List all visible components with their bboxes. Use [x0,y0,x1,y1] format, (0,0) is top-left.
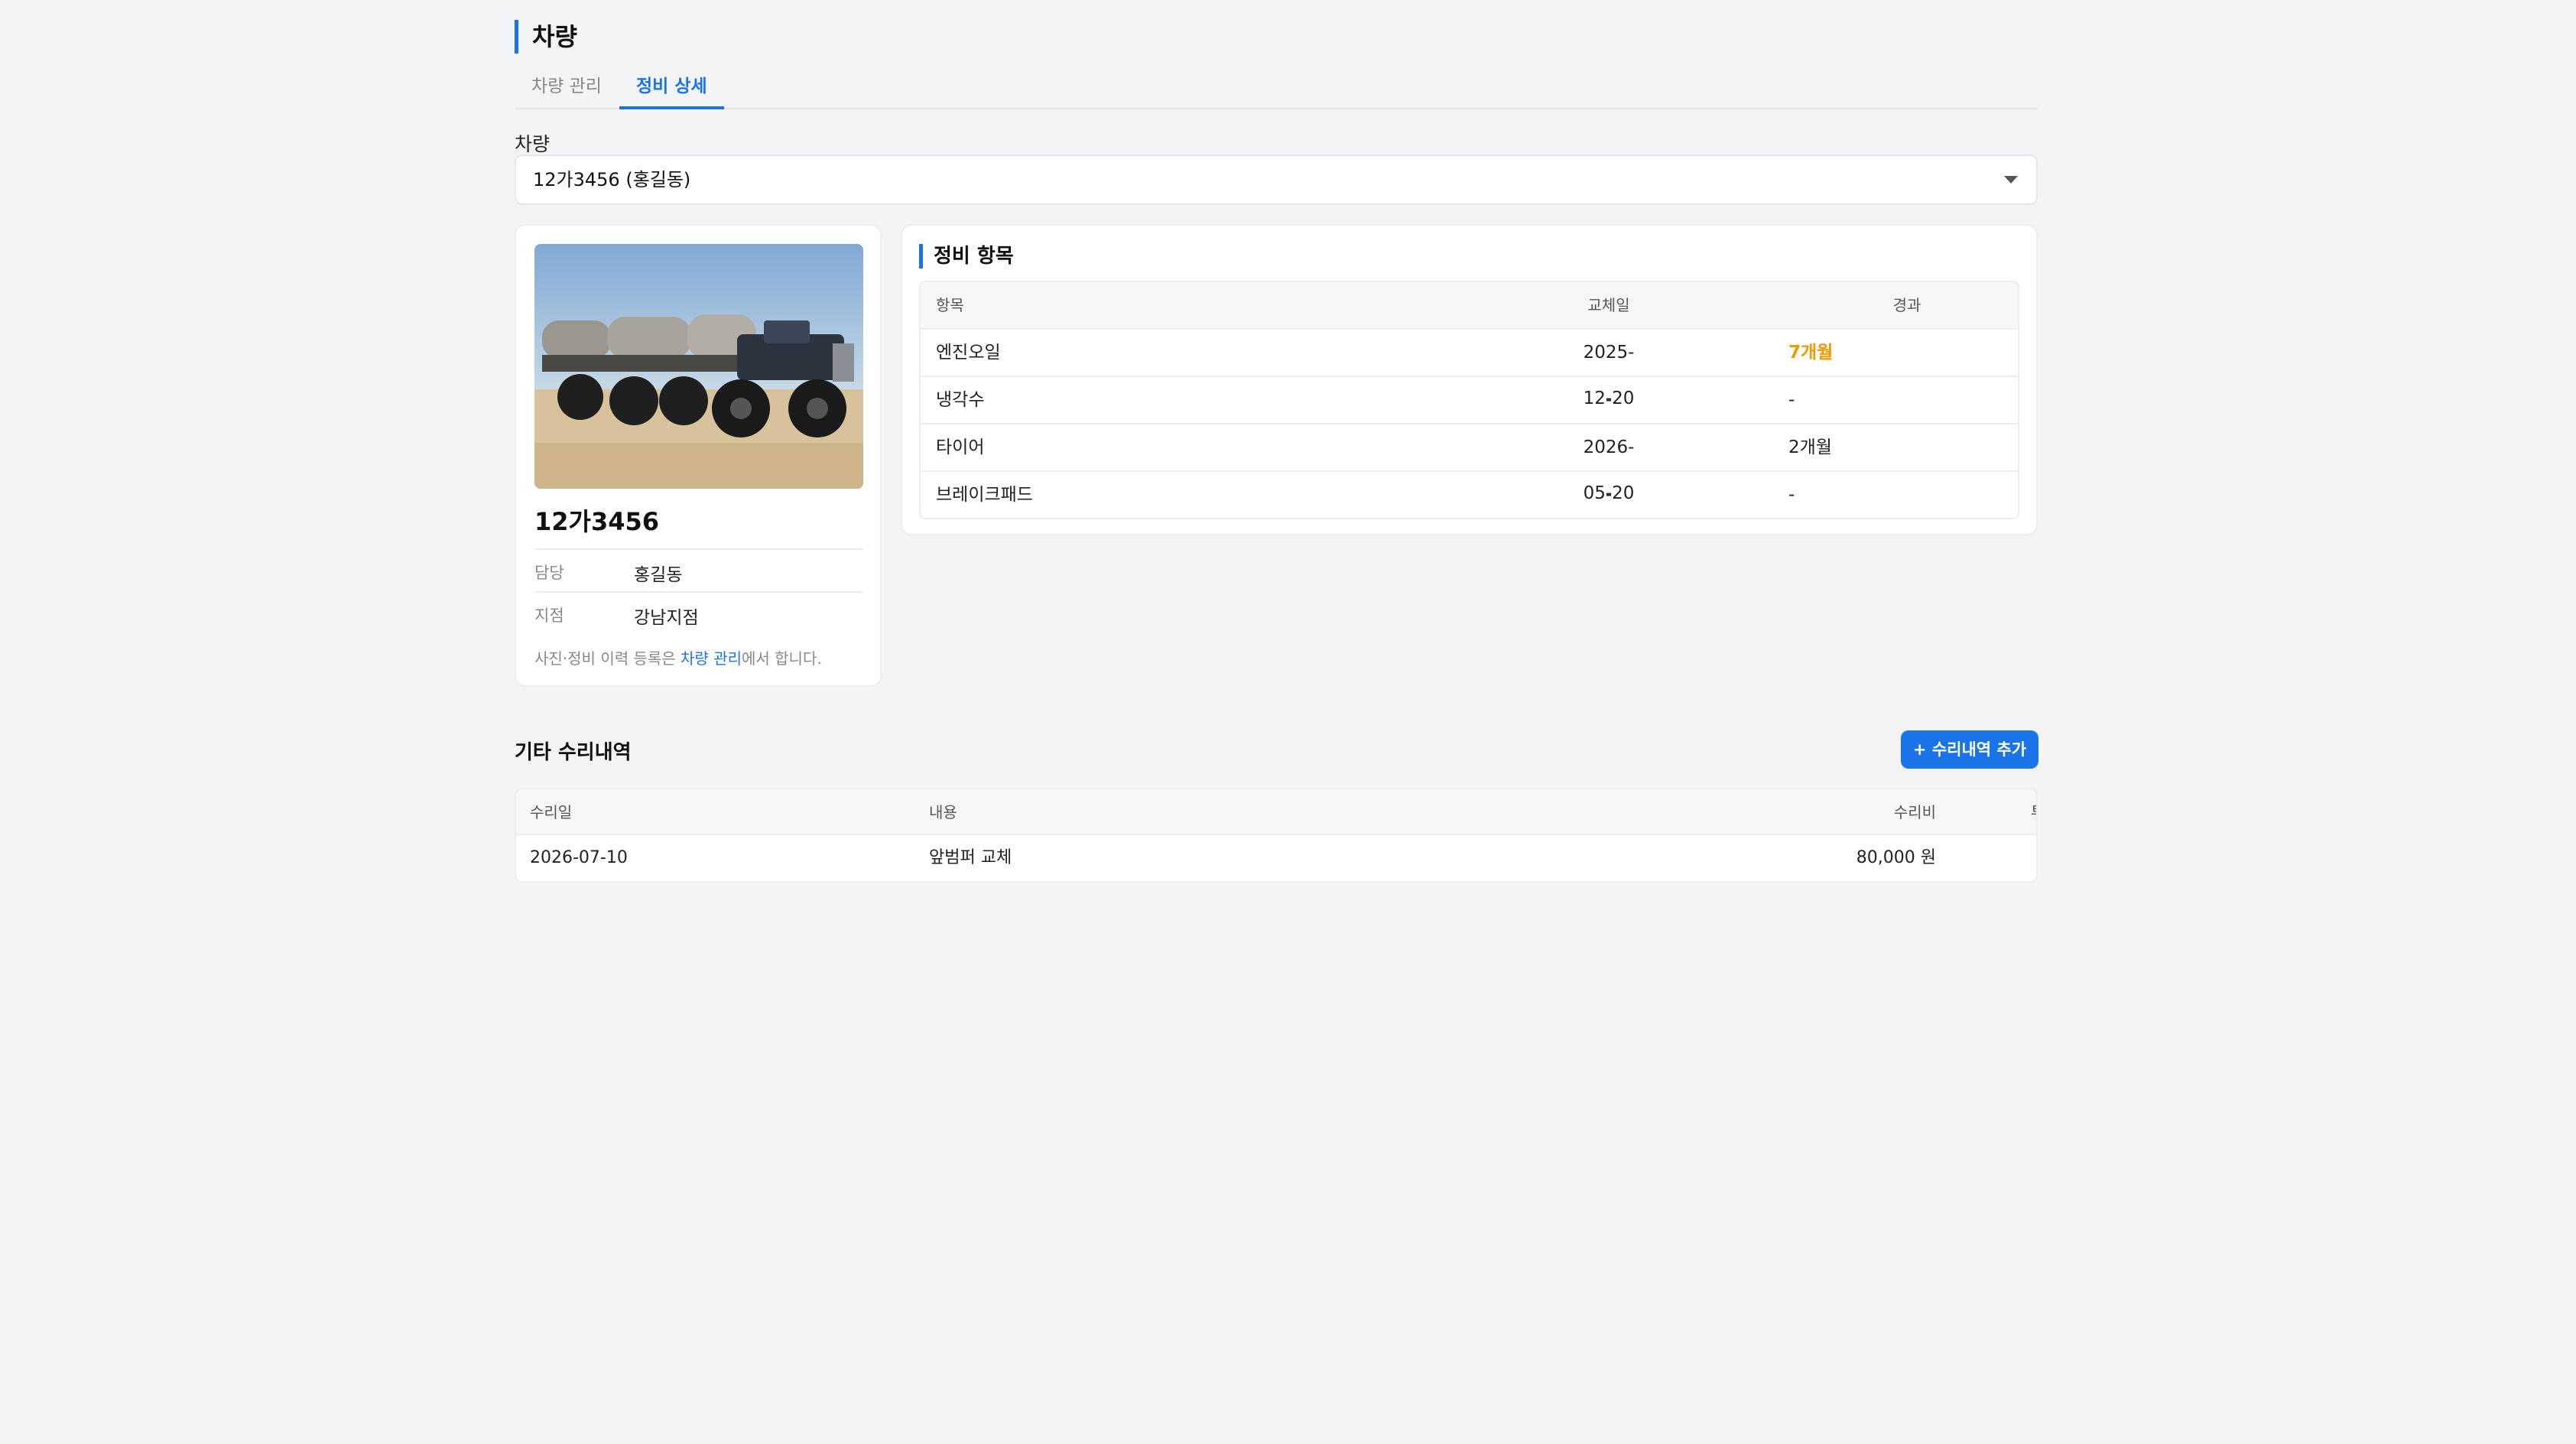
branch-label: 지점 [534,607,564,625]
info-row-manager: 담당 홍길동 [534,548,863,591]
header-elapsed: 경과 [1892,296,1921,314]
chevron-down-icon [2004,176,2018,184]
info-row-branch: 지점 강남지점 [534,591,863,634]
repair-content: 앞범퍼 교체 [929,848,1012,867]
table-row: 타이어 2026-05-20 2개월 [921,423,2018,503]
manager-label: 담당 [534,564,564,582]
header-investor: 투자자 입금 [1969,789,2036,835]
header-item: 항목 [936,296,964,314]
tab-vehicle-management[interactable]: 차량 관리 [515,67,619,109]
manager-value: 홍길동 [634,565,683,585]
item-elapsed-warning: 7개월 [1788,343,1834,363]
vehicle-select-label: 차량 [515,133,551,155]
tab-bar: 차량 관리 정비 상세 [515,67,2038,109]
table-row: 냉각수 - - [921,376,2018,423]
item-name: 타이어 [936,437,985,457]
table-header: 항목 교체일 경과 [921,282,2018,328]
item-name: 냉각수 [936,390,985,410]
item-date: - [1605,390,1613,410]
tab-maintenance-detail[interactable]: 정비 상세 [619,67,724,109]
vehicle-select-value: 12가3456 (홍길동) [533,169,691,190]
item-name: 브레이크패드 [936,485,1033,505]
vehicle-management-link[interactable]: 차량 관리 [681,649,742,668]
item-elapsed: - [1788,485,1795,505]
header-repair-date: 수리일 [530,803,573,821]
maintenance-table: 항목 교체일 경과 엔진오일 2025-12-20 7개월 냉각수 - - 타이… [919,281,2019,519]
table-row: 브레이크패드 - - [921,470,2018,518]
item-name: 엔진오일 [936,343,1001,363]
repair-date: 2026-07-10 [530,848,628,867]
table-header: 수리일 내용 수리비 투자자 입금 [516,789,2036,835]
vehicle-number: 12가3456 [534,507,660,536]
note-suffix: 에서 합니다. [742,649,822,668]
header-content: 내용 [929,803,957,821]
header-date: 교체일 [1587,296,1630,314]
repairs-title: 기타 수리내역 [515,741,632,764]
registration-note: 사진·정비 이력 등록은 차량 관리에서 합니다. [534,646,822,668]
page-title: 차량 [515,20,577,54]
maintenance-title: 정비 항목 [919,244,1014,268]
item-elapsed: 2개월 [1788,437,1832,457]
add-repair-button[interactable]: + 수리내역 추가 [1901,730,2038,769]
note-prefix: 사진·정비 이력 등록은 [534,649,681,668]
repairs-table: 수리일 내용 수리비 투자자 입금 2026-07-10 앞범퍼 교체 80,0… [515,788,2038,883]
item-date: - [1605,485,1613,505]
branch-value: 강남지점 [634,608,699,628]
table-row: 엔진오일 2025-12-20 7개월 [921,328,2018,408]
repair-investor: - [1969,835,2036,881]
vehicle-photo [534,244,863,489]
repair-cost: 80,000 원 [1856,848,1936,867]
maintenance-card: 정비 항목 항목 교체일 경과 엔진오일 2025-12-20 7개월 냉각수 … [901,224,2038,535]
table-row: 2026-07-10 앞범퍼 교체 80,000 원 - [516,835,2036,881]
vehicle-info-card: 12가3456 담당 홍길동 지점 강남지점 사진·정비 이력 등록은 차량 관… [515,224,882,687]
vehicle-select[interactable]: 12가3456 (홍길동) [515,154,2038,205]
item-elapsed: - [1788,390,1795,410]
header-cost: 수리비 [1893,803,1936,821]
